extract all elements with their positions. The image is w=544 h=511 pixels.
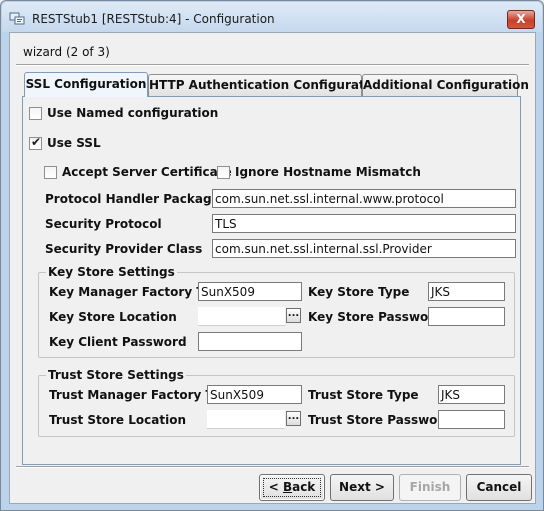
- ssl-configuration-panel: Use Named configuration ✔ Use SSL Accept…: [22, 96, 521, 465]
- title-bar[interactable]: RESTStub1 [RESTStub:4] - Configuration X: [2, 2, 542, 32]
- key-store-type-label: Key Store Type: [308, 285, 410, 299]
- key-store-location-label: Key Store Location: [49, 310, 177, 324]
- trust-store-location-browse-button[interactable]: ...: [286, 411, 301, 426]
- ignore-hostname-mismatch-checkbox[interactable]: Ignore Hostname Mismatch: [217, 165, 421, 179]
- app-icon: [9, 12, 25, 25]
- tab-label: HTTP Authentication Configuration: [149, 78, 386, 92]
- tab-label: Additional Configuration: [363, 78, 529, 92]
- checkbox-label: Use Named configuration: [47, 106, 219, 120]
- trust-manager-factory-type-field[interactable]: SunX509: [207, 385, 302, 404]
- tab-http-authentication-configuration[interactable]: HTTP Authentication Configuration: [148, 74, 386, 96]
- security-provider-class-label: Security Provider Class: [45, 242, 203, 256]
- footer-divider: [16, 466, 529, 468]
- accept-server-certificate-checkbox[interactable]: Accept Server Certificate: [44, 165, 232, 179]
- trust-store-type-label: Trust Store Type: [308, 388, 419, 402]
- trust-store-location-label: Trust Store Location: [49, 413, 186, 427]
- close-icon: X: [516, 12, 526, 26]
- trust-store-password-field[interactable]: [438, 410, 505, 429]
- checkbox-box[interactable]: ✔: [29, 134, 42, 150]
- close-button[interactable]: X: [507, 10, 535, 29]
- ellipsis-icon: ...: [287, 308, 300, 319]
- key-client-password-field[interactable]: [198, 332, 302, 351]
- key-store-password-field[interactable]: [428, 307, 505, 326]
- window-title: RESTStub1 [RESTStub:4] - Configuration: [32, 12, 275, 26]
- configuration-window: RESTStub1 [RESTStub:4] - Configuration X…: [0, 0, 544, 511]
- tab-ssl-configuration[interactable]: SSL Configuration: [24, 72, 148, 97]
- security-provider-class-field[interactable]: com.sun.net.ssl.internal.ssl.Provider: [212, 239, 516, 258]
- next-button[interactable]: Next >: [330, 474, 394, 501]
- checkbox-label: Accept Server Certificate: [62, 165, 232, 179]
- key-client-password-label: Key Client Password: [49, 335, 187, 349]
- trust-store-password-label: Trust Store Password: [308, 413, 452, 427]
- trust-store-settings-title: Trust Store Settings: [46, 368, 186, 382]
- key-store-location-field[interactable]: [198, 307, 285, 326]
- key-manager-factory-type-field[interactable]: SunX509: [198, 282, 302, 301]
- trust-store-type-field[interactable]: JKS: [438, 385, 505, 404]
- checkbox-box[interactable]: [44, 165, 57, 179]
- checkbox-box[interactable]: [29, 106, 42, 120]
- finish-button-label: Finish: [409, 480, 451, 494]
- tab-additional-configuration[interactable]: Additional Configuration: [362, 74, 529, 96]
- wizard-client-area: wizard (2 of 3) SSL Configuration HTTP A…: [9, 32, 536, 504]
- key-store-type-field[interactable]: JKS: [428, 282, 505, 301]
- back-button[interactable]: < Back: [259, 474, 325, 501]
- header-divider: [16, 64, 529, 66]
- checkmark-icon: ✔: [31, 134, 42, 149]
- focus-ring: [263, 478, 321, 497]
- checkbox-box[interactable]: [217, 165, 230, 179]
- use-named-configuration-checkbox[interactable]: Use Named configuration: [29, 106, 218, 120]
- checkbox-label: Use SSL: [47, 136, 101, 150]
- finish-button[interactable]: Finish: [399, 474, 461, 501]
- key-store-settings-title: Key Store Settings: [46, 265, 177, 279]
- next-button-label: Next >: [339, 480, 385, 494]
- security-protocol-field[interactable]: TLS: [212, 214, 516, 233]
- protocol-handler-packages-label: Protocol Handler Packages: [45, 192, 227, 206]
- checkbox-label: Ignore Hostname Mismatch: [235, 165, 421, 179]
- ellipsis-icon: ...: [287, 411, 300, 422]
- cancel-button-label: Cancel: [476, 480, 522, 494]
- trust-store-location-field[interactable]: [207, 410, 285, 429]
- tab-label: SSL Configuration: [25, 77, 147, 91]
- key-store-password-label: Key Store Password: [308, 310, 443, 324]
- cancel-button[interactable]: Cancel: [466, 474, 532, 501]
- protocol-handler-packages-field[interactable]: com.sun.net.ssl.internal.www.protocol: [212, 189, 516, 208]
- wizard-step-title: wizard (2 of 3): [23, 45, 110, 59]
- security-protocol-label: Security Protocol: [45, 217, 162, 231]
- use-ssl-checkbox[interactable]: ✔ Use SSL: [29, 134, 101, 150]
- key-store-location-browse-button[interactable]: ...: [286, 308, 301, 323]
